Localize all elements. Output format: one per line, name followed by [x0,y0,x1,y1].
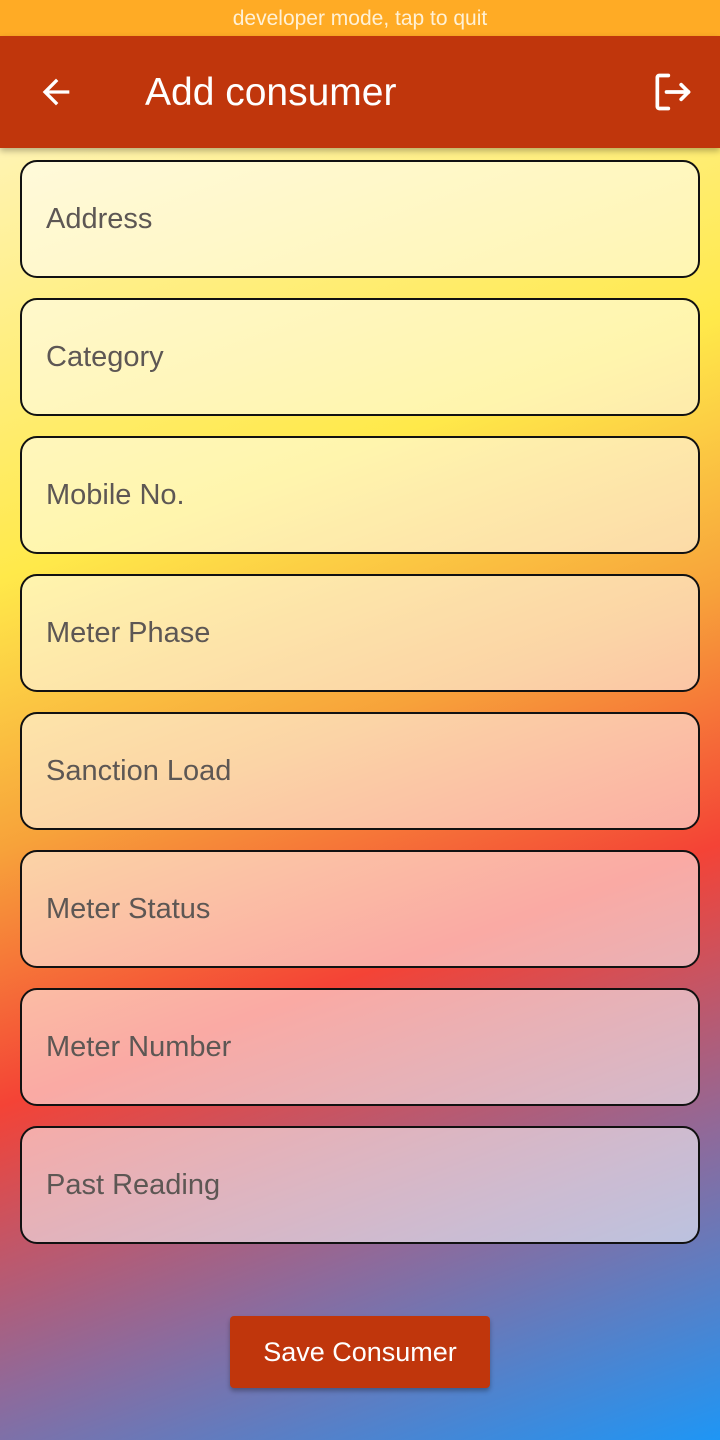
page-title: Add consumer [145,71,397,114]
meter-status-input[interactable] [22,852,698,966]
screen: developer mode, tap to quit Add consumer [0,0,720,1440]
save-consumer-button[interactable]: Save Consumer [230,1316,490,1388]
app-bar: Add consumer [0,36,720,148]
logout-icon [655,73,691,111]
developer-mode-banner[interactable]: developer mode, tap to quit [0,0,720,36]
mobile-number-field[interactable] [20,436,700,554]
meter-number-field[interactable] [20,988,700,1106]
meter-number-input[interactable] [22,990,698,1104]
sanction-load-input[interactable] [22,714,698,828]
back-button[interactable] [28,64,84,120]
meter-status-field[interactable] [20,850,700,968]
address-input[interactable] [22,162,698,276]
category-field[interactable] [20,298,700,416]
past-reading-field[interactable] [20,1126,700,1244]
arrow-left-icon [42,78,70,106]
sanction-load-field[interactable] [20,712,700,830]
address-field[interactable] [20,160,700,278]
mobile-number-input[interactable] [22,438,698,552]
past-reading-input[interactable] [22,1128,698,1242]
logout-button[interactable] [644,64,700,120]
meter-phase-field[interactable] [20,574,700,692]
category-input[interactable] [22,300,698,414]
meter-phase-input[interactable] [22,576,698,690]
